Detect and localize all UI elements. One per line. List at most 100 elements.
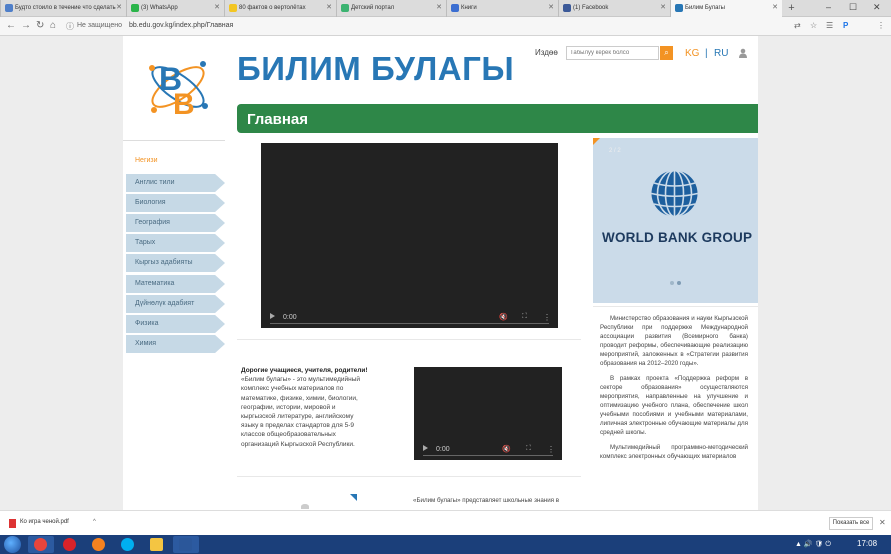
mute-icon[interactable]: 🔇 [502,445,511,453]
show-all-downloads-button[interactable]: Показать все [829,517,873,530]
tab-favicon-icon [229,4,237,12]
sidebar-item-chemistry[interactable]: Химия [126,335,225,353]
tab-favicon-icon [341,4,349,12]
maximize-button[interactable]: ☐ [849,2,857,13]
close-icon[interactable]: ✕ [772,3,778,11]
secondary-video-player[interactable]: 0:00 🔇 ⛶ ⋮ [414,367,562,460]
project-paragraph: Министерство образования и науки Кыргызс… [600,315,748,367]
sidebar-item-physics[interactable]: Физика [126,315,225,333]
site-logo-icon[interactable]: B B [145,50,211,124]
fullscreen-icon[interactable]: ⛶ [522,313,527,321]
slider-dot-active[interactable] [677,281,681,285]
video-progress-track[interactable] [270,323,549,324]
info-icon[interactable]: ⓘ [66,21,74,32]
project-description: Министерство образования и науки Кыргызс… [600,314,748,467]
more-options-icon[interactable]: ⋮ [543,313,551,322]
close-download-bar-button[interactable]: ✕ [879,518,886,527]
extension-p-icon[interactable]: P [843,21,848,30]
extension-menu-icon[interactable]: ☰ [826,21,833,30]
close-icon[interactable]: ✕ [548,3,554,11]
lang-ru-link[interactable]: RU [714,48,728,59]
url-input[interactable]: ⓘ Не защищено bb.edu.gov.kg/index.php/Гл… [63,19,783,33]
opera-icon [63,538,76,551]
sidebar-item-world-literature[interactable]: Дүйнөлүк адабият [126,295,225,313]
page-heading: Главная [247,111,309,128]
sidebar-item-math[interactable]: Математика [126,275,225,293]
system-tray-icons[interactable]: ▲ 🔊 🛡 ⏻ [795,540,831,549]
sidebar-item-history[interactable]: Тарых [126,234,225,252]
home-button[interactable]: ⌂ [50,20,56,31]
slide-counter: 2 / 2 [609,148,621,154]
svg-text:B: B [173,88,195,121]
sidebar-item-negizi[interactable]: Негизи [126,152,225,170]
browser-tab[interactable]: 80 фактов о вертолётах ✕ [224,0,336,17]
search-button[interactable]: ⌕ [660,46,673,60]
chevron-up-icon[interactable]: ^ [93,519,96,525]
browser-tab-active[interactable]: Билим Булагы ✕ [670,0,782,17]
tab-title: (1) Facebook [573,5,609,11]
close-icon[interactable]: ✕ [214,3,220,11]
more-options-icon[interactable]: ⋮ [547,445,555,454]
section-corner-badge [350,494,357,501]
url-text[interactable]: bb.edu.gov.kg/index.php/Главная [129,22,233,29]
forward-button[interactable]: → [21,20,31,31]
taskbar-app-firefox[interactable] [86,536,112,553]
content-divider [237,476,581,477]
pdf-file-icon [9,519,16,528]
sidebar-item-geography[interactable]: География [126,214,225,232]
welcome-heading: Дорогие учащиеся, учителя, родители! [241,367,368,374]
browser-tab[interactable]: (1) Facebook ✕ [558,0,670,17]
close-icon[interactable]: ✕ [660,3,666,11]
world-bank-group-logo[interactable]: WORLD BANK GROUP [602,230,752,245]
translate-icon[interactable]: ⇄ [794,21,801,30]
tab-title: Книги [461,5,477,11]
site-title[interactable]: БИЛИМ БУЛАГЫ [237,50,514,88]
sidebar-divider-right [593,306,758,307]
lang-kg-link[interactable]: KG [685,48,699,59]
browser-tab[interactable]: Будто стоило в течение что сделать ✕ [0,0,126,17]
taskbar-app-files[interactable] [144,536,170,553]
sidebar-item-english[interactable]: Англис тили [126,174,225,192]
word-icon [179,538,192,551]
more-menu-icon[interactable]: ⋮ [877,21,885,30]
firefox-icon [92,538,105,551]
search-input[interactable] [566,46,659,60]
security-status: Не защищено [77,22,122,29]
reload-button[interactable]: ↻ [36,20,44,31]
window-close-button[interactable]: ✕ [873,2,881,13]
taskbar-app-chrome[interactable] [28,536,54,553]
mute-icon[interactable]: 🔇 [499,313,508,321]
download-file-name[interactable]: Ко игра ченой.pdf [20,519,69,525]
slider-dot[interactable] [670,281,674,285]
sidebar-item-kyrgyz-literature[interactable]: Кыргыз адабияты [126,254,225,272]
sidebar-item-biology[interactable]: Биология [126,194,225,212]
partner-slider[interactable] [593,138,758,303]
play-icon[interactable] [270,313,275,319]
new-tab-button[interactable]: + [785,2,798,14]
close-icon[interactable]: ✕ [116,3,122,11]
search-label: Издөө [535,48,558,57]
browser-tab[interactable]: Детский портал ✕ [336,0,446,17]
tab-title: Детский портал [351,5,395,11]
main-video-player[interactable]: 0:00 🔇 ⛶ ⋮ [261,143,558,328]
skype-icon [121,538,134,551]
taskbar-app-opera[interactable] [57,536,83,553]
chrome-icon [34,538,47,551]
taskbar-clock[interactable]: 17:08 [857,539,877,548]
close-icon[interactable]: ✕ [436,3,442,11]
bookmark-star-icon[interactable]: ☆ [810,21,817,30]
fullscreen-icon[interactable]: ⛶ [526,445,531,453]
minimize-button[interactable]: – [826,2,831,12]
play-icon[interactable] [423,445,428,451]
video-progress-track[interactable] [423,455,553,456]
browser-tab[interactable]: Книги ✕ [446,0,558,17]
tab-favicon-icon [451,4,459,12]
taskbar-app-skype[interactable] [115,536,141,553]
close-icon[interactable]: ✕ [326,3,332,11]
user-icon[interactable] [739,48,747,58]
address-bar-row: ← → ↻ ⌂ ⓘ Не защищено bb.edu.gov.kg/inde… [0,17,891,36]
browser-tab[interactable]: (3) WhatsApp ✕ [126,0,224,17]
taskbar-app-word[interactable] [173,536,199,553]
back-button[interactable]: ← [6,20,16,31]
start-button[interactable] [4,536,21,553]
